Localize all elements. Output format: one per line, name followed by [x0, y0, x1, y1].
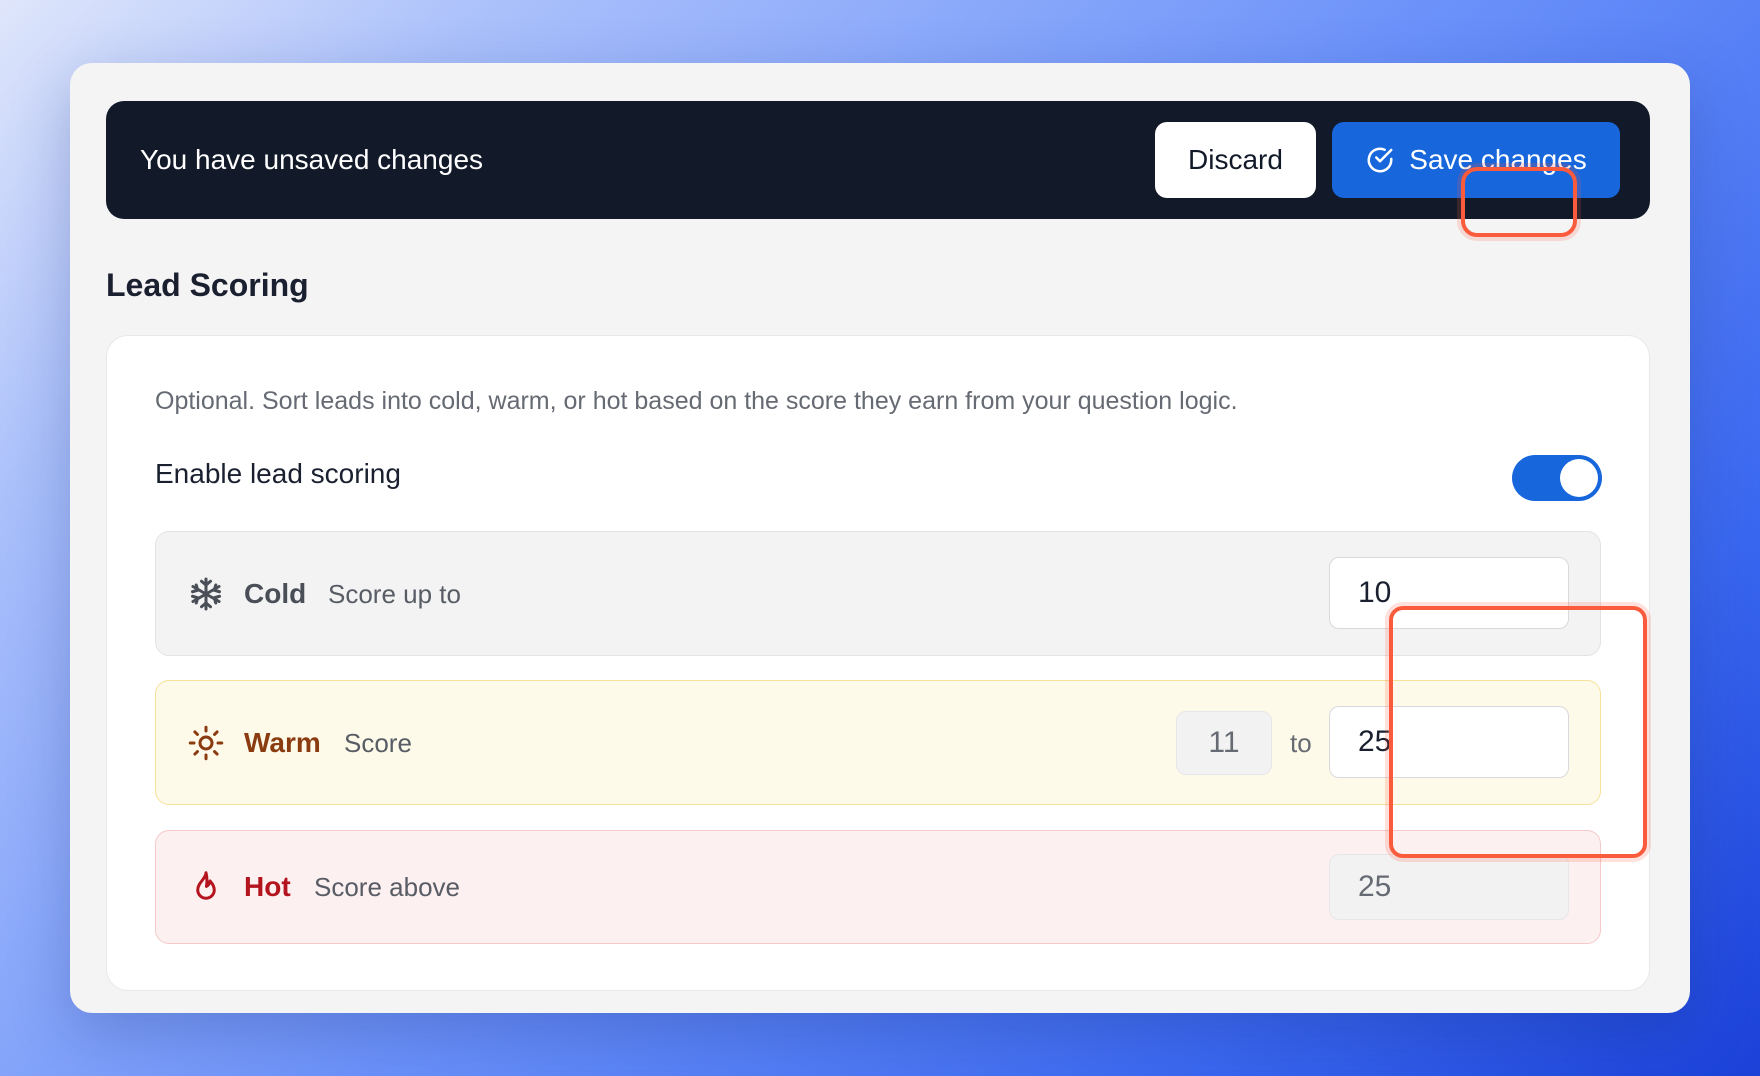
tier-cold-name: Cold [244, 578, 307, 609]
enable-lead-scoring-toggle[interactable] [1512, 455, 1602, 501]
tier-hot-row: Hot Score above [155, 830, 1601, 944]
unsaved-changes-banner: You have unsaved changes Discard Save ch… [106, 101, 1650, 219]
section-description: Optional. Sort leads into cold, warm, or… [155, 387, 1238, 415]
flame-icon [196, 871, 216, 900]
tier-hot-label: Score above [314, 872, 460, 902]
section-title: Lead Scoring [106, 267, 309, 303]
sun-icon [188, 725, 224, 761]
tier-warm-label: Score [344, 728, 412, 758]
discard-button[interactable]: Discard [1155, 122, 1316, 198]
tier-warm-name: Warm [244, 727, 321, 758]
warm-max-score-input[interactable] [1329, 706, 1569, 778]
lead-scoring-card: Optional. Sort leads into cold, warm, or… [106, 335, 1650, 991]
tier-warm-row: Warm Score to [155, 680, 1601, 805]
check-circle-icon [1367, 147, 1393, 173]
tier-cold-row: Cold Score up to [155, 531, 1601, 656]
warm-min-score-field [1176, 711, 1272, 775]
settings-window: You have unsaved changes Discard Save ch… [70, 63, 1690, 1013]
cold-max-score-input[interactable] [1329, 557, 1569, 629]
tier-cold-label: Score up to [328, 579, 461, 609]
enable-lead-scoring-label: Enable lead scoring [155, 458, 401, 489]
discard-button-label: Discard [1188, 144, 1283, 175]
toggle-knob [1560, 459, 1598, 497]
hot-min-score-field [1329, 854, 1569, 920]
unsaved-changes-message: You have unsaved changes [140, 144, 484, 175]
warm-range-separator: to [1290, 728, 1312, 758]
toggle-highlight-outline [1461, 167, 1577, 237]
snowflake-icon [191, 577, 221, 611]
tier-hot-name: Hot [244, 871, 291, 902]
